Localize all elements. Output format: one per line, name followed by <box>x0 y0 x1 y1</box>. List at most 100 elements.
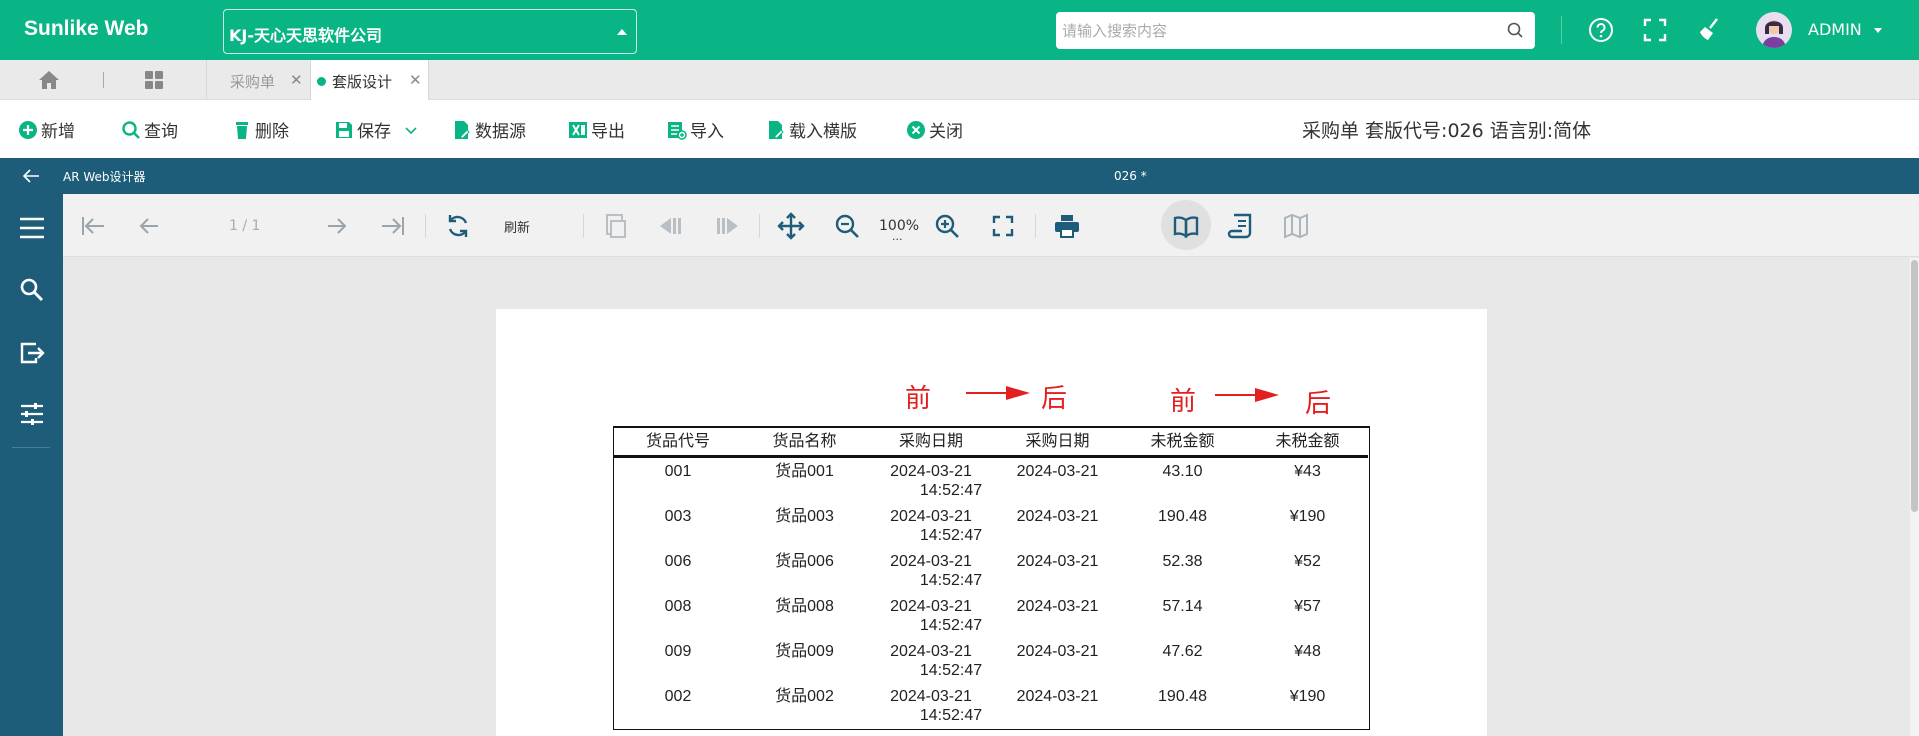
page-title: 采购单 套版代号:026 语言别:简体 <box>1302 120 1592 142</box>
print-icon[interactable] <box>1053 212 1081 240</box>
add-button[interactable]: 新增 <box>18 117 75 142</box>
table-row: 002 货品002 2024-03-21 14:52:47 2024-03-21 190.… <box>614 685 1368 730</box>
table-cell: 009 <box>664 643 692 660</box>
table-cell: 货品009 <box>775 643 834 660</box>
document-edit-icon <box>455 121 470 139</box>
zoom-more[interactable]: ... <box>892 230 903 243</box>
avatar[interactable] <box>1756 12 1792 48</box>
map-icon[interactable] <box>1282 212 1310 240</box>
next-page-icon[interactable] <box>323 212 351 240</box>
designer-bar: AR Web设计器 026 * <box>0 158 1919 194</box>
import-icon <box>668 122 687 140</box>
table-cell: 2024-03-21 <box>890 598 972 615</box>
book-open-icon[interactable] <box>1172 212 1200 240</box>
fullscreen-icon[interactable] <box>1641 16 1669 44</box>
table-cell: 2024-03-21 <box>1016 643 1099 660</box>
arrow-left-icon[interactable] <box>22 168 40 184</box>
plus-circle-icon <box>19 121 37 139</box>
delete-button[interactable]: 删除 <box>232 117 289 142</box>
page-setup-icon[interactable] <box>602 212 630 240</box>
toolbar-separator <box>583 214 584 238</box>
import-label: 导入 <box>690 122 724 142</box>
prev-page-icon[interactable] <box>135 212 163 240</box>
close-circle-icon <box>907 121 925 139</box>
table-cell: ¥190 <box>1289 688 1326 705</box>
table-cell: 2024-03-21 <box>1016 598 1099 615</box>
caret-up-icon <box>617 29 627 35</box>
search-input[interactable] <box>1056 12 1496 49</box>
query-label: 查询 <box>144 122 178 142</box>
tab-template-design[interactable]: 套版设计 ✕ <box>311 60 428 100</box>
menu-icon[interactable] <box>18 214 46 242</box>
grid-icon[interactable] <box>144 70 164 90</box>
load-landscape-button[interactable]: 载入横版 <box>766 117 857 142</box>
table-cell: 2024-03-21 <box>890 688 972 705</box>
query-button[interactable]: 查询 <box>121 117 178 142</box>
next-section-icon[interactable] <box>713 212 741 240</box>
first-page-icon[interactable] <box>79 212 107 240</box>
broom-icon[interactable] <box>1696 16 1724 44</box>
table-cell: 2024-03-21 <box>1016 463 1099 480</box>
tab-bar: 采购单 ✕ 套版设计 ✕ <box>0 60 1919 100</box>
viewer-toolbar: 1 / 1 刷新 100% ... <box>63 194 1919 257</box>
zoom-out-icon[interactable] <box>833 212 861 240</box>
export-icon[interactable] <box>18 339 46 367</box>
tab-purchase-order[interactable]: 采购单 ✕ <box>207 60 310 100</box>
search-icon[interactable] <box>18 276 46 304</box>
refresh-icon[interactable] <box>444 212 472 240</box>
table-cell: ¥52 <box>1294 553 1321 570</box>
pan-icon[interactable] <box>777 212 805 240</box>
table-row: 009 货品009 2024-03-21 14:52:47 2024-03-21 47.6… <box>614 640 1368 685</box>
save-button[interactable]: 保存 <box>334 117 418 142</box>
column-header: 采购日期 <box>1025 433 1090 450</box>
search-box <box>1056 12 1535 49</box>
header-divider <box>1561 16 1562 44</box>
chevron-down-icon[interactable] <box>404 126 418 136</box>
excel-icon <box>569 122 587 138</box>
table-cell: 47.62 <box>1162 643 1203 660</box>
column-header: 货品名称 <box>772 433 837 450</box>
table-cell: 003 <box>664 508 692 525</box>
annotation-before: 前 <box>905 384 932 414</box>
home-icon[interactable] <box>38 70 60 90</box>
page-indicator[interactable]: 1 / 1 <box>229 218 260 234</box>
chevron-down-icon[interactable] <box>1874 28 1882 33</box>
scrollbar-thumb[interactable] <box>1911 260 1918 512</box>
floppy-icon <box>336 122 352 138</box>
close-button[interactable]: 关闭 <box>906 117 963 142</box>
table-cell: 2024-03-21 <box>1016 553 1099 570</box>
user-name[interactable]: ADMIN <box>1808 20 1862 39</box>
company-select[interactable]: KJ-天心天思软件公司 <box>223 9 637 54</box>
column-header: 货品代号 <box>645 433 710 450</box>
sliders-icon[interactable] <box>18 400 46 428</box>
scroll-icon[interactable] <box>1227 212 1255 240</box>
close-icon[interactable]: ✕ <box>290 71 303 89</box>
fit-page-icon[interactable] <box>989 212 1017 240</box>
refresh-label[interactable]: 刷新 <box>504 217 530 236</box>
table-cell-time: 14:52:47 <box>919 617 983 634</box>
table-row: 008 货品008 2024-03-21 14:52:47 2024-03-21 57.1… <box>614 595 1368 640</box>
last-page-icon[interactable] <box>379 212 407 240</box>
table-cell: 190.48 <box>1158 688 1207 705</box>
designer-sidebar <box>0 194 63 736</box>
column-header: 未税金额 <box>1150 433 1215 450</box>
table-cell-time: 14:52:47 <box>919 527 983 544</box>
help-icon[interactable] <box>1587 16 1615 44</box>
load-landscape-label: 载入横版 <box>789 122 857 142</box>
column-header: 采购日期 <box>898 433 963 450</box>
export-button[interactable]: 导出 <box>568 117 625 142</box>
search-icon[interactable] <box>1507 22 1523 38</box>
table-cell: 002 <box>664 688 692 705</box>
document-name: 026 * <box>1114 169 1147 183</box>
prev-section-icon[interactable] <box>657 212 685 240</box>
red-arrow-icon <box>966 386 1030 400</box>
close-label: 关闭 <box>929 122 963 142</box>
table-cell: ¥48 <box>1294 643 1321 660</box>
table-row: 003 货品003 2024-03-21 14:52:47 2024-03-21 190.… <box>614 505 1368 550</box>
close-icon[interactable]: ✕ <box>409 71 422 89</box>
zoom-in-icon[interactable] <box>933 212 961 240</box>
datasource-button[interactable]: 数据源 <box>452 117 526 142</box>
vertical-scrollbar[interactable] <box>1910 258 1919 736</box>
import-button[interactable]: 导入 <box>667 117 724 142</box>
table-cell-time: 14:52:47 <box>919 482 983 499</box>
